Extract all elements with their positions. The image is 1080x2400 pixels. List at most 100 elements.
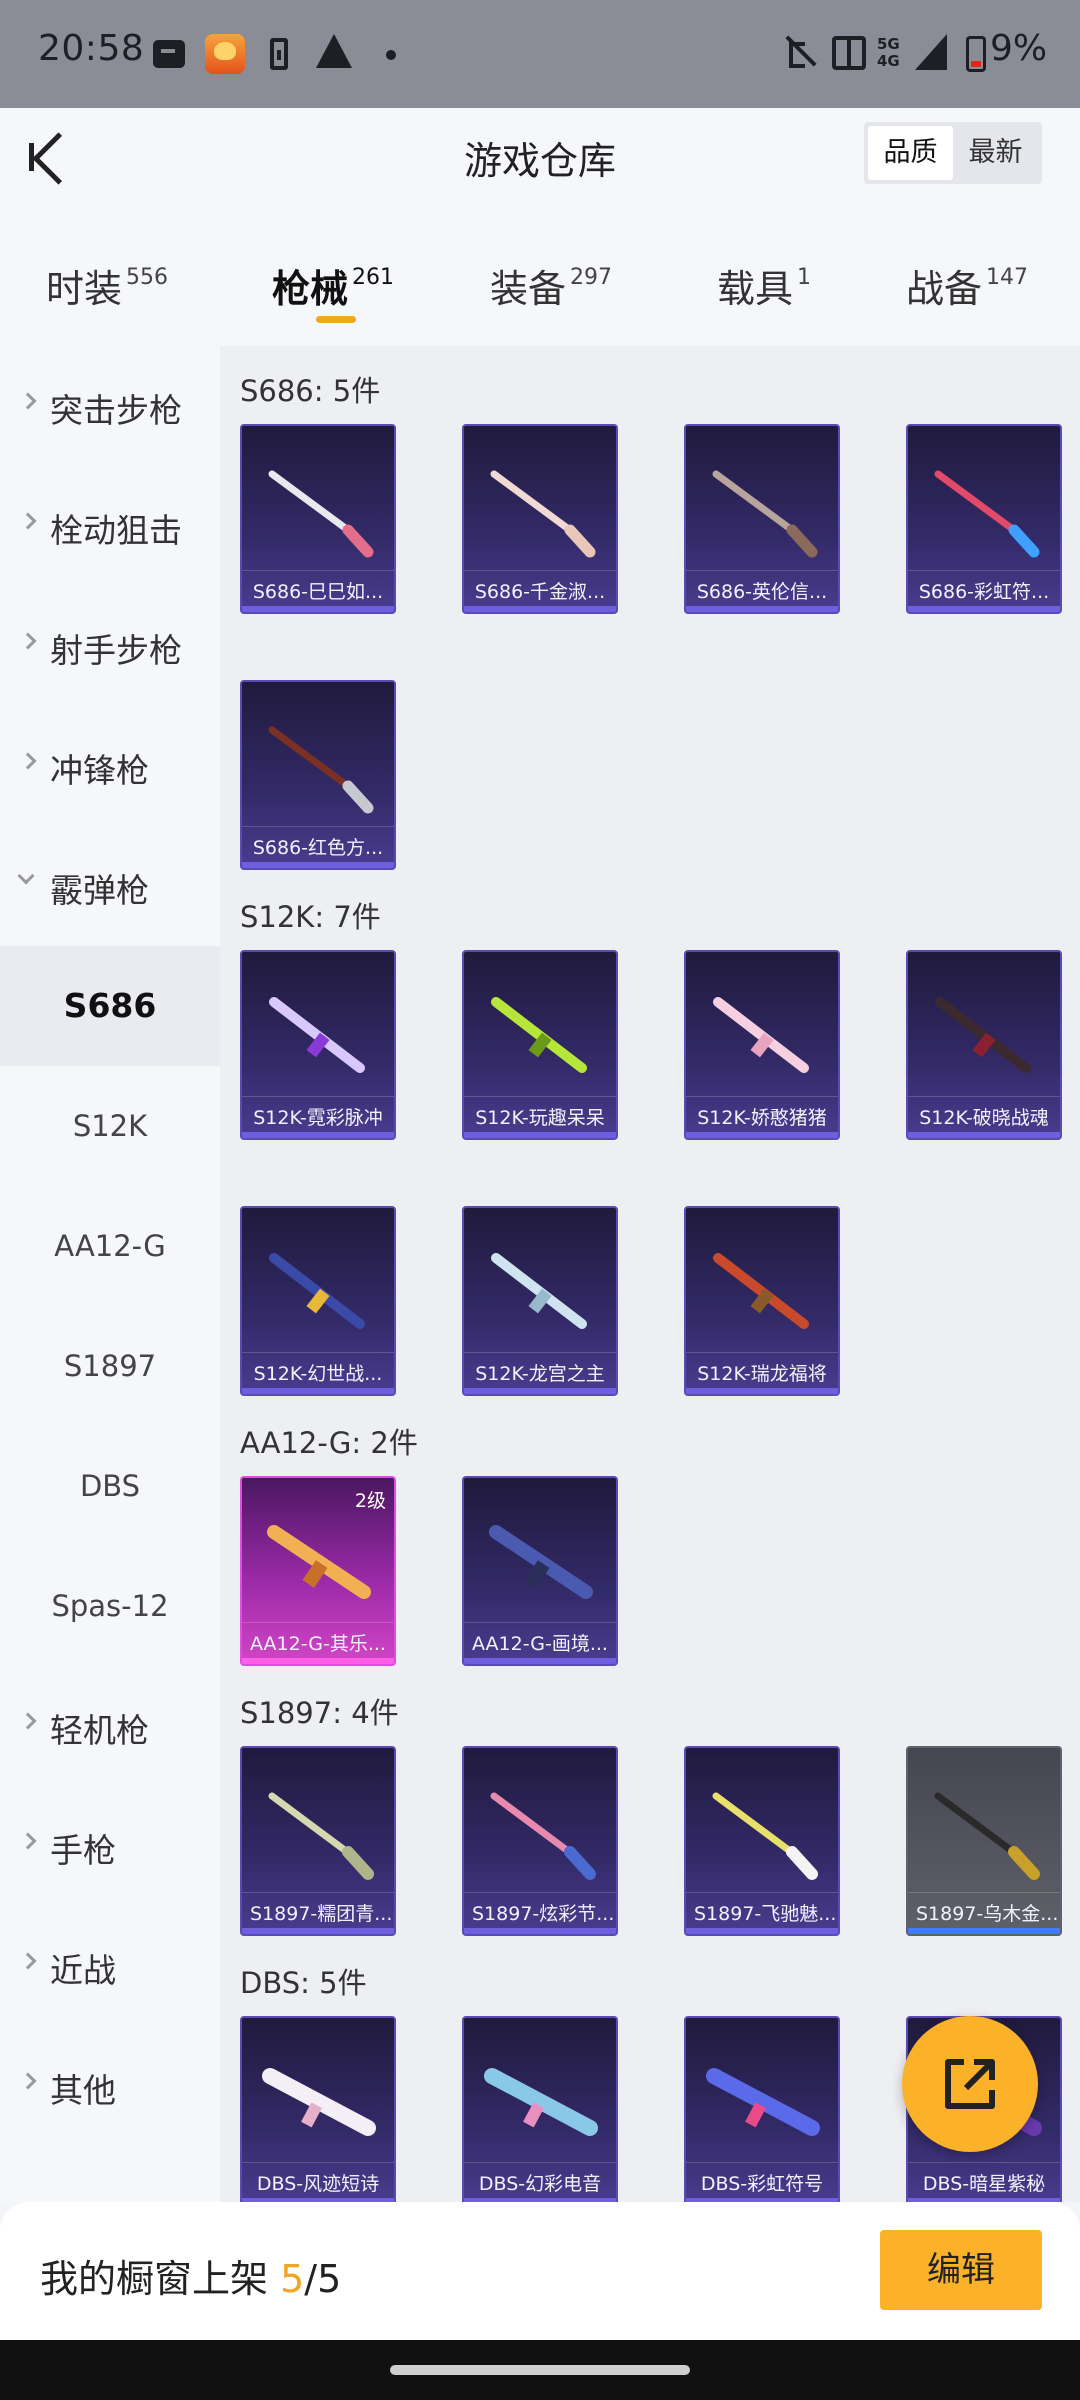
- sidebar-sub-s12k[interactable]: S12K: [0, 1066, 220, 1186]
- status-time: 20:58: [38, 28, 145, 69]
- share-button[interactable]: [902, 2016, 1038, 2152]
- chevron-right-icon: [19, 1832, 37, 1850]
- item-card[interactable]: S686-彩虹符...: [906, 424, 1062, 614]
- chevron-down-icon: [17, 867, 35, 885]
- rifle-icon: [935, 997, 1031, 1073]
- system-nav-bar: [0, 2340, 1080, 2400]
- shotgun-icon: [490, 470, 596, 558]
- section-title: S1897: 4件: [240, 1696, 399, 1730]
- sidebar-item-pistol[interactable]: 手枪: [0, 1786, 220, 1906]
- rifle-icon: [491, 997, 587, 1073]
- sidebar-sub-s686[interactable]: S686: [0, 946, 220, 1066]
- item-card[interactable]: S686-英伦信...: [684, 424, 840, 614]
- shotgun-icon: [268, 726, 374, 814]
- tab-supplies[interactable]: 战备 147: [906, 258, 1028, 313]
- item-card[interactable]: DBS-风迹短诗: [240, 2016, 396, 2202]
- sidebar-item-melee[interactable]: 近战: [0, 1906, 220, 2026]
- item-card[interactable]: AA12-G-画境...: [462, 1476, 618, 1666]
- network-type: 5G 4G: [877, 35, 900, 70]
- sidebar: 突击步枪 栓动狙击 射手步枪 冲锋枪 霰弹枪 S686 S12K AA12-G …: [0, 346, 220, 2202]
- sidebar-item-lmg[interactable]: 轻机枪: [0, 1666, 220, 1786]
- chevron-right-icon: [19, 2072, 37, 2090]
- item-card[interactable]: S1897-糯团青...: [240, 1746, 396, 1936]
- item-card[interactable]: S12K-霓彩脉冲: [240, 950, 396, 1140]
- item-card[interactable]: S12K-幻世战...: [240, 1206, 396, 1396]
- sidebar-item-marksman-rifle[interactable]: 射手步枪: [0, 586, 220, 706]
- showcase-bar: 我的橱窗上架 5/5 编辑: [0, 2202, 1080, 2340]
- battery-percent: 9%: [990, 28, 1048, 69]
- shotgun-icon: [490, 1792, 596, 1880]
- rifle-icon: [269, 1253, 365, 1329]
- item-card[interactable]: S686-千金淑...: [462, 424, 618, 614]
- section-title: DBS: 5件: [240, 1966, 367, 2000]
- sidebar-item-assault-rifle[interactable]: 突击步枪: [0, 346, 220, 466]
- sort-quality-button[interactable]: 品质: [868, 126, 953, 180]
- shotgun-icon: [706, 2068, 820, 2136]
- tab-equipment[interactable]: 装备 297: [490, 258, 612, 313]
- item-grid: S686: 5件 S686-巳巳如... S686-千金淑... S686-英伦…: [220, 346, 1080, 2202]
- item-card[interactable]: S1897-炫彩节...: [462, 1746, 618, 1936]
- item-card[interactable]: S1897-飞驰魅...: [684, 1746, 840, 1936]
- shotgun-icon: [262, 2068, 376, 2136]
- sidebar-item-shotgun[interactable]: 霰弹枪: [0, 826, 220, 946]
- shotgun-icon: [934, 1792, 1040, 1880]
- share-icon: [945, 2059, 995, 2109]
- shotgun-icon: [268, 1792, 374, 1880]
- data-icon: [832, 36, 866, 70]
- battery-saver-icon: [270, 38, 288, 70]
- item-card[interactable]: S12K-破晓战魂: [906, 950, 1062, 1140]
- item-card[interactable]: S686-巳巳如...: [240, 424, 396, 614]
- section-title: S12K: 7件: [240, 900, 381, 934]
- tab-guns[interactable]: 枪械 261: [272, 258, 394, 313]
- rifle-icon: [267, 1525, 371, 1599]
- signal-icon: [915, 34, 947, 70]
- item-card[interactable]: S686-红色方...: [240, 680, 396, 870]
- sidebar-item-other[interactable]: 其他: [0, 2026, 220, 2146]
- chevron-right-icon: [19, 632, 37, 650]
- header: 游戏仓库 品质 最新: [0, 108, 1080, 228]
- more-notifications-icon: [386, 50, 396, 60]
- item-card[interactable]: S1897-乌木金...: [906, 1746, 1062, 1936]
- rifle-icon: [491, 1253, 587, 1329]
- battery-icon: [966, 36, 986, 72]
- item-card[interactable]: S12K-玩趣呆呆: [462, 950, 618, 1140]
- status-bar: 20:58 5G 4G 9%: [0, 0, 1080, 108]
- item-card[interactable]: S12K-娇憨猪猪: [684, 950, 840, 1140]
- sidebar-sub-s1897[interactable]: S1897: [0, 1306, 220, 1426]
- rifle-icon: [713, 1253, 809, 1329]
- rifle-icon: [269, 997, 365, 1073]
- active-tab-indicator: [316, 316, 356, 323]
- sidebar-item-bolt-sniper[interactable]: 栓动狙击: [0, 466, 220, 586]
- sort-toggle: 品质 最新: [864, 122, 1042, 184]
- sidebar-sub-dbs[interactable]: DBS: [0, 1426, 220, 1546]
- sidebar-sub-spas12[interactable]: Spas-12: [0, 1546, 220, 1666]
- section-title: S686: 5件: [240, 374, 381, 408]
- chevron-right-icon: [19, 512, 37, 530]
- showcase-count: 我的橱窗上架 5/5: [40, 2257, 342, 2301]
- chevron-right-icon: [19, 1712, 37, 1730]
- sidebar-item-smg[interactable]: 冲锋枪: [0, 706, 220, 826]
- item-card[interactable]: S12K-瑞龙福将: [684, 1206, 840, 1396]
- section-title: AA12-G: 2件: [240, 1426, 418, 1460]
- chevron-right-icon: [19, 752, 37, 770]
- tab-vehicles[interactable]: 载具 1: [717, 258, 811, 313]
- edit-button[interactable]: 编辑: [880, 2230, 1042, 2310]
- shotgun-icon: [712, 1792, 818, 1880]
- item-card[interactable]: S12K-龙宫之主: [462, 1206, 618, 1396]
- rifle-icon: [489, 1525, 593, 1599]
- item-card[interactable]: DBS-彩虹符号: [684, 2016, 840, 2202]
- shotgun-icon: [934, 470, 1040, 558]
- item-card[interactable]: 2级 AA12-G-其乐...: [240, 1476, 396, 1666]
- warning-icon: [316, 34, 352, 68]
- tab-fashion[interactable]: 时装 556: [46, 258, 168, 313]
- message-icon: [153, 40, 185, 68]
- item-card[interactable]: DBS-幻彩电音: [462, 2016, 618, 2202]
- chevron-right-icon: [19, 392, 37, 410]
- chevron-right-icon: [19, 1952, 37, 1970]
- shotgun-icon: [712, 470, 818, 558]
- category-tabs: 时装 556 枪械 261 装备 297 载具 1 战备 147: [0, 228, 1080, 346]
- sidebar-sub-aa12g[interactable]: AA12-G: [0, 1186, 220, 1306]
- sort-latest-button[interactable]: 最新: [953, 126, 1038, 180]
- home-gesture-bar[interactable]: [390, 2365, 690, 2375]
- shotgun-icon: [268, 470, 374, 558]
